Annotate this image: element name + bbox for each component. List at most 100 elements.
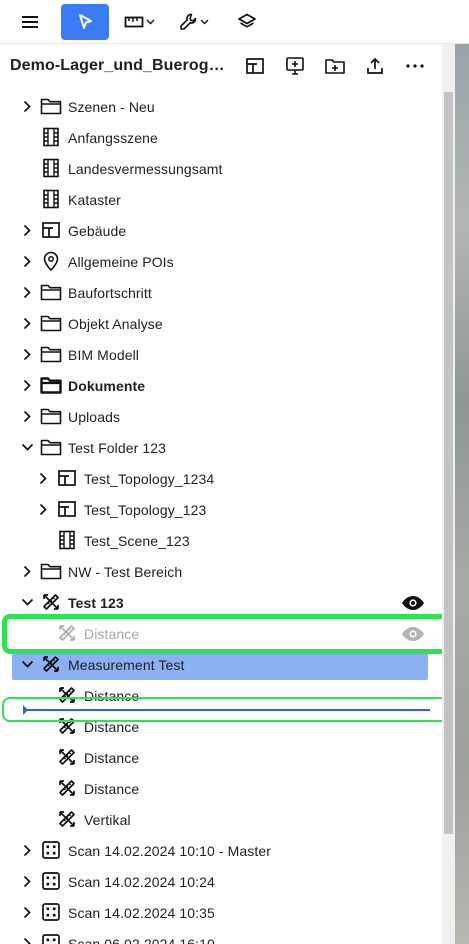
chevron-down-icon bbox=[200, 19, 208, 24]
tree-item-test-topology-123[interactable]: Test_Topology_123 bbox=[0, 494, 442, 525]
tree-item-baufortschritt[interactable]: Baufortschritt bbox=[0, 277, 442, 308]
tree-item-test-scene-123[interactable]: Test_Scene_123 bbox=[0, 525, 442, 556]
floorplan-icon bbox=[246, 58, 264, 74]
tree-item-label: Scan 14.02.2024 10:24 bbox=[68, 874, 215, 890]
scan-grid-icon bbox=[40, 901, 62, 923]
tree-item-label: Vertikal bbox=[84, 812, 131, 828]
folder-icon bbox=[40, 374, 62, 396]
folder-icon bbox=[40, 560, 62, 582]
chevron-right-icon[interactable] bbox=[20, 905, 34, 919]
chevron-down-icon[interactable] bbox=[20, 657, 34, 671]
menu-button[interactable] bbox=[12, 4, 48, 40]
highlight-box-drop bbox=[2, 697, 455, 722]
tree-item-szenen-neu[interactable]: Szenen - Neu bbox=[0, 91, 442, 122]
tree-item-scan-14-02-2024-10-35[interactable]: Scan 14.02.2024 10:35 bbox=[0, 897, 442, 928]
measure-icon bbox=[40, 591, 62, 613]
floorplan-icon bbox=[56, 467, 78, 489]
chevron-right-icon[interactable] bbox=[20, 409, 34, 423]
tree-item-label: NW - Test Bereich bbox=[68, 564, 183, 580]
tools-button[interactable] bbox=[169, 4, 217, 40]
floorplan-button[interactable] bbox=[235, 52, 275, 80]
folder-icon bbox=[40, 281, 62, 303]
film-icon bbox=[40, 188, 62, 210]
tree-item-test-topology-1234[interactable]: Test_Topology_1234 bbox=[0, 463, 442, 494]
chevron-down-icon[interactable] bbox=[20, 595, 34, 609]
scrollbar-thumb[interactable] bbox=[444, 92, 453, 834]
tree-item-distance[interactable]: Distance bbox=[0, 742, 442, 773]
tree-item-distance[interactable]: Distance bbox=[0, 773, 442, 804]
chevron-right-icon[interactable] bbox=[36, 471, 50, 485]
folder-icon bbox=[40, 405, 62, 427]
chevron-down-icon[interactable] bbox=[20, 440, 34, 454]
tree-item-label: Scan 14.02.2024 10:10 - Master bbox=[68, 843, 272, 859]
tree-item-label: Gebäude bbox=[68, 223, 127, 239]
more-icon bbox=[406, 64, 424, 68]
tree-item-geb-ude[interactable]: Gebäude bbox=[0, 215, 442, 246]
tree-item-label: Baufortschritt bbox=[68, 285, 152, 301]
tree-item-label: Landesvermessungsamt bbox=[68, 161, 223, 177]
chevron-right-icon[interactable] bbox=[36, 502, 50, 516]
select-tool-button[interactable] bbox=[61, 3, 109, 40]
film-icon bbox=[40, 157, 62, 179]
scan-grid-icon bbox=[40, 870, 62, 892]
tree-item-anfangsszene[interactable]: Anfangsszene bbox=[0, 122, 442, 153]
chevron-right-icon[interactable] bbox=[20, 874, 34, 888]
upload-icon bbox=[367, 57, 383, 74]
layers-button[interactable] bbox=[223, 4, 271, 40]
tree-item-objekt-analyse[interactable]: Objekt Analyse bbox=[0, 308, 442, 339]
add-screen-icon bbox=[286, 57, 304, 75]
eye-icon[interactable] bbox=[400, 593, 426, 613]
measure-icon bbox=[56, 746, 78, 768]
folder-icon bbox=[40, 312, 62, 334]
tree-item-nw-test-bereich[interactable]: NW - Test Bereich bbox=[0, 556, 442, 587]
chevron-right-icon[interactable] bbox=[20, 843, 34, 857]
chevron-right-icon[interactable] bbox=[20, 564, 34, 578]
film-icon bbox=[56, 529, 78, 551]
folder-icon bbox=[40, 343, 62, 365]
tree-item-label: Anfangsszene bbox=[68, 130, 158, 146]
floorplan-icon bbox=[40, 219, 62, 241]
map-view-edge[interactable] bbox=[455, 44, 469, 944]
chevron-right-icon[interactable] bbox=[20, 936, 34, 944]
add-screen-button[interactable] bbox=[275, 52, 315, 80]
add-folder-button[interactable] bbox=[315, 52, 355, 80]
chevron-right-icon[interactable] bbox=[20, 285, 34, 299]
tree-item-bim-modell[interactable]: BIM Modell bbox=[0, 339, 442, 370]
tree-item-scan-14-02-2024-10-10-master[interactable]: Scan 14.02.2024 10:10 - Master bbox=[0, 835, 442, 866]
tree-item-vertikal[interactable]: Vertikal bbox=[0, 804, 442, 835]
tree-item-label: Scan 06.02.2024 16:10 bbox=[68, 936, 215, 944]
scan-grid-icon bbox=[40, 839, 62, 861]
chevron-right-icon[interactable] bbox=[20, 316, 34, 330]
measure-icon bbox=[56, 808, 78, 830]
chevron-right-icon[interactable] bbox=[20, 347, 34, 361]
film-icon bbox=[40, 126, 62, 148]
tree-item-label: Dokumente bbox=[68, 378, 146, 394]
upload-button[interactable] bbox=[355, 52, 395, 80]
wrench-icon bbox=[179, 13, 196, 30]
tree-item-allgemeine-pois[interactable]: Allgemeine POIs bbox=[0, 246, 442, 277]
folder-icon bbox=[40, 95, 62, 117]
tree-item-scan-14-02-2024-10-24[interactable]: Scan 14.02.2024 10:24 bbox=[0, 866, 442, 897]
tree-item-scan-06-02-2024-16-10[interactable]: Scan 06.02.2024 16:10 bbox=[0, 928, 442, 944]
chevron-right-icon[interactable] bbox=[20, 99, 34, 113]
tree-item-label: Measurement Test bbox=[68, 657, 185, 673]
layers-icon bbox=[238, 13, 256, 28]
more-button[interactable] bbox=[395, 52, 435, 80]
chevron-right-icon[interactable] bbox=[20, 378, 34, 392]
add-folder-icon bbox=[325, 59, 345, 74]
tree-item-label: Test Folder 123 bbox=[68, 440, 166, 456]
chevron-right-icon[interactable] bbox=[20, 223, 34, 237]
tree-item-label: Test_Topology_123 bbox=[84, 502, 207, 518]
tree-item-uploads[interactable]: Uploads bbox=[0, 401, 442, 432]
tree-item-label: Szenen - Neu bbox=[68, 99, 155, 115]
tree-item-label: Distance bbox=[84, 781, 140, 797]
tree-item-dokumente[interactable]: Dokumente bbox=[0, 370, 442, 401]
tree-item-kataster[interactable]: Kataster bbox=[0, 184, 442, 215]
tree-item-test-folder-123[interactable]: Test Folder 123 bbox=[0, 432, 442, 463]
chevron-right-icon[interactable] bbox=[20, 254, 34, 268]
tree-item-landesvermessungsamt[interactable]: Landesvermessungsamt bbox=[0, 153, 442, 184]
tree-item-label: Allgemeine POIs bbox=[68, 254, 174, 270]
tree-item-label: Objekt Analyse bbox=[68, 316, 163, 332]
tree-item-label: Uploads bbox=[68, 409, 121, 425]
measure-tool-button[interactable] bbox=[115, 4, 163, 40]
